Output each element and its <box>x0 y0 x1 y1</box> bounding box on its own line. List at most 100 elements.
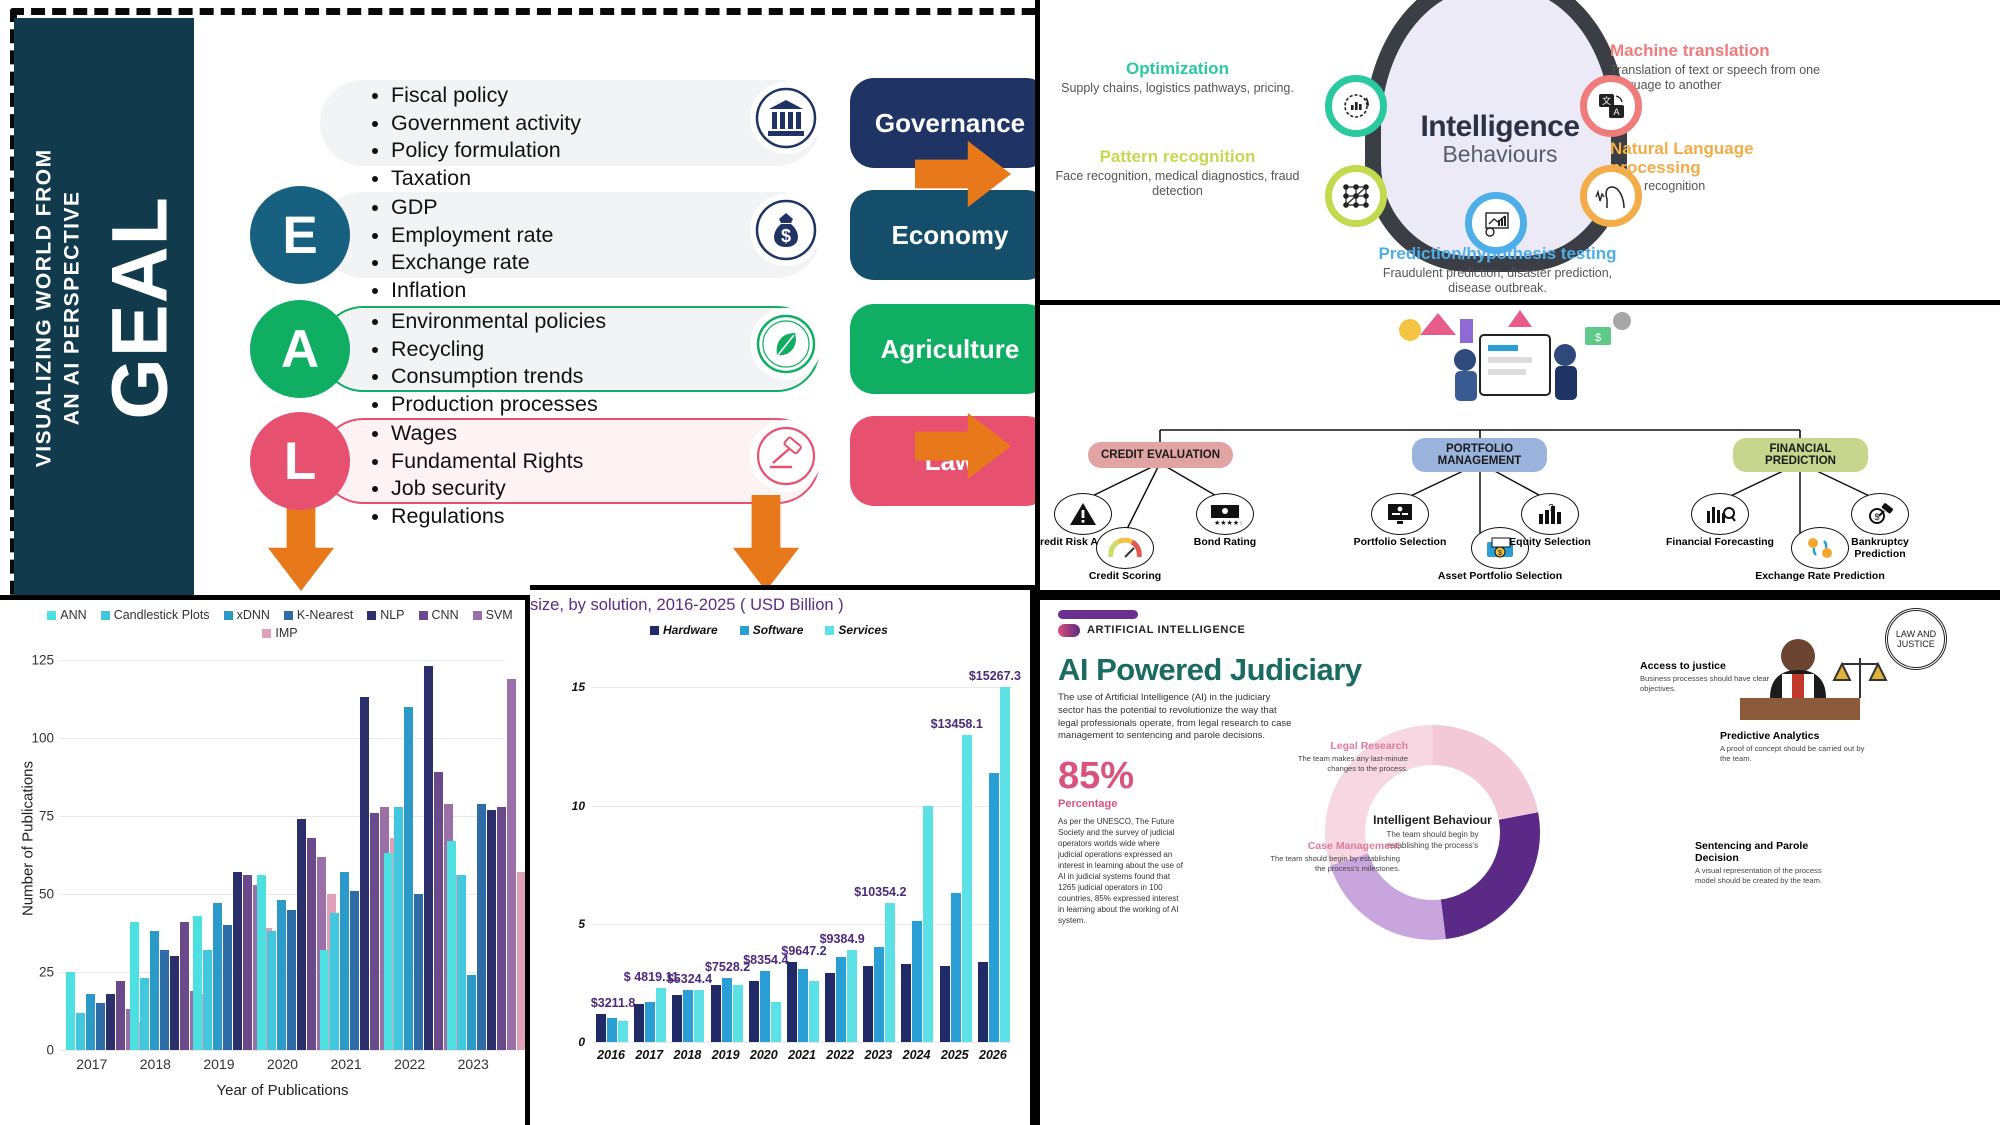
bar[interactable] <box>330 912 340 1050</box>
bar[interactable] <box>159 950 169 1050</box>
bar[interactable] <box>233 872 243 1050</box>
bar[interactable] <box>360 697 370 1050</box>
bar[interactable] <box>847 949 858 1042</box>
bar[interactable] <box>296 819 306 1050</box>
finance-leaf[interactable]: ? Equity Selection <box>1495 493 1605 549</box>
bar[interactable] <box>66 972 75 1050</box>
bar[interactable] <box>596 1013 606 1042</box>
finance-leaf[interactable]: ★★★★☆ Bond Rating <box>1170 493 1280 549</box>
bar[interactable] <box>939 966 950 1042</box>
bar[interactable] <box>999 687 1010 1042</box>
legend-item-ann[interactable]: ANN <box>47 608 87 622</box>
gear-chart-icon[interactable] <box>1325 75 1387 137</box>
bar[interactable] <box>370 812 380 1050</box>
bar[interactable] <box>988 772 999 1042</box>
bar[interactable] <box>808 980 819 1042</box>
bar[interactable] <box>320 950 330 1050</box>
finance-head-credit-evaluation[interactable]: CREDIT EVALUATION <box>1088 442 1233 468</box>
bar[interactable] <box>487 809 497 1050</box>
bar[interactable] <box>836 956 847 1042</box>
judiciary-item-predictive-analytics[interactable]: Predictive Analytics A proof of concept … <box>1720 730 1865 764</box>
legend-item-cnn[interactable]: CNN <box>418 608 459 622</box>
legend-item-software[interactable]: Software <box>739 623 803 637</box>
bar[interactable] <box>507 678 517 1050</box>
bar[interactable] <box>350 890 360 1050</box>
bar[interactable] <box>129 922 139 1050</box>
bar[interactable] <box>139 978 149 1050</box>
bar[interactable] <box>393 806 403 1050</box>
bar[interactable] <box>874 947 885 1042</box>
legend-item-xdnn[interactable]: xDNN <box>223 608 270 622</box>
judiciary-item-sentencing-parole[interactable]: Sentencing and Parole Decision A visual … <box>1695 840 1840 886</box>
bar[interactable] <box>76 1012 85 1050</box>
bar[interactable] <box>96 1003 105 1050</box>
bar[interactable] <box>694 990 705 1042</box>
finance-head-portfolio-management[interactable]: PORTFOLIO MANAGEMENT <box>1412 438 1547 472</box>
bar[interactable] <box>213 903 223 1050</box>
bar[interactable] <box>179 922 189 1050</box>
bar[interactable] <box>825 973 836 1042</box>
judiciary-item-case-management[interactable]: Case Management The team should begin by… <box>1270 840 1400 874</box>
bar[interactable] <box>732 985 743 1042</box>
bar[interactable] <box>710 985 721 1042</box>
geal-category-economy[interactable]: Economy <box>850 190 1050 280</box>
network-nodes-icon[interactable] <box>1325 165 1387 227</box>
judiciary-item-legal-research[interactable]: Legal Research The team makes any last-m… <box>1288 740 1408 774</box>
legend-item-k-nearest[interactable]: K-Nearest <box>283 608 353 622</box>
bar[interactable] <box>863 966 874 1042</box>
bar[interactable] <box>467 975 477 1050</box>
bar[interactable] <box>243 875 253 1050</box>
bar[interactable] <box>748 980 759 1042</box>
bar[interactable] <box>193 915 203 1050</box>
bar[interactable] <box>423 666 433 1050</box>
legend-item-nlp[interactable]: NLP <box>367 608 405 622</box>
bar[interactable] <box>721 978 732 1042</box>
bar[interactable] <box>169 956 179 1050</box>
bar[interactable] <box>116 981 125 1050</box>
bar[interactable] <box>457 875 467 1050</box>
bar[interactable] <box>383 853 393 1050</box>
bar[interactable] <box>517 872 525 1050</box>
bar[interactable] <box>950 893 961 1042</box>
trend-gear-icon[interactable] <box>1465 192 1527 254</box>
bar[interactable] <box>797 968 808 1042</box>
bar[interactable] <box>786 961 797 1042</box>
bar[interactable] <box>759 971 770 1042</box>
geal-category-law[interactable]: Law <box>850 416 1050 506</box>
bar[interactable] <box>266 931 276 1050</box>
geal-category-agriculture[interactable]: Agriculture <box>850 304 1050 394</box>
bar[interactable] <box>497 806 507 1050</box>
bar[interactable] <box>223 925 233 1050</box>
bar[interactable] <box>645 1001 656 1042</box>
bar[interactable] <box>306 837 316 1050</box>
bar[interactable] <box>683 990 694 1042</box>
bar[interactable] <box>607 1018 617 1042</box>
bar[interactable] <box>276 900 286 1050</box>
bar[interactable] <box>923 805 934 1042</box>
geal-category-governance[interactable]: Governance <box>850 78 1050 168</box>
bar[interactable] <box>286 909 296 1050</box>
bar[interactable] <box>912 921 923 1042</box>
bar[interactable] <box>340 872 350 1050</box>
bar[interactable] <box>656 987 667 1042</box>
bar[interactable] <box>433 772 443 1050</box>
finance-leaf[interactable]: Credit Scoring <box>1070 527 1180 583</box>
bar[interactable] <box>901 964 912 1042</box>
translate-icon[interactable]: 文 A <box>1580 75 1642 137</box>
bar[interactable] <box>86 993 95 1050</box>
legend-item-services[interactable]: Services <box>825 623 888 637</box>
legend-item-svm[interactable]: SVM <box>472 608 513 622</box>
bar[interactable] <box>106 993 115 1050</box>
legend-item-hardware[interactable]: Hardware <box>650 623 718 637</box>
bar[interactable] <box>149 931 159 1050</box>
bar[interactable] <box>618 1020 628 1042</box>
bar[interactable] <box>256 875 266 1050</box>
voice-face-icon[interactable] <box>1580 165 1642 227</box>
bar[interactable] <box>634 1004 645 1042</box>
legend-item-imp[interactable]: IMP <box>262 626 298 640</box>
finance-leaf[interactable]: $ Bankruptcy Prediction <box>1825 493 1935 561</box>
bar[interactable] <box>403 706 413 1050</box>
bar[interactable] <box>203 950 213 1050</box>
bar[interactable] <box>672 994 683 1042</box>
bar[interactable] <box>977 961 988 1042</box>
